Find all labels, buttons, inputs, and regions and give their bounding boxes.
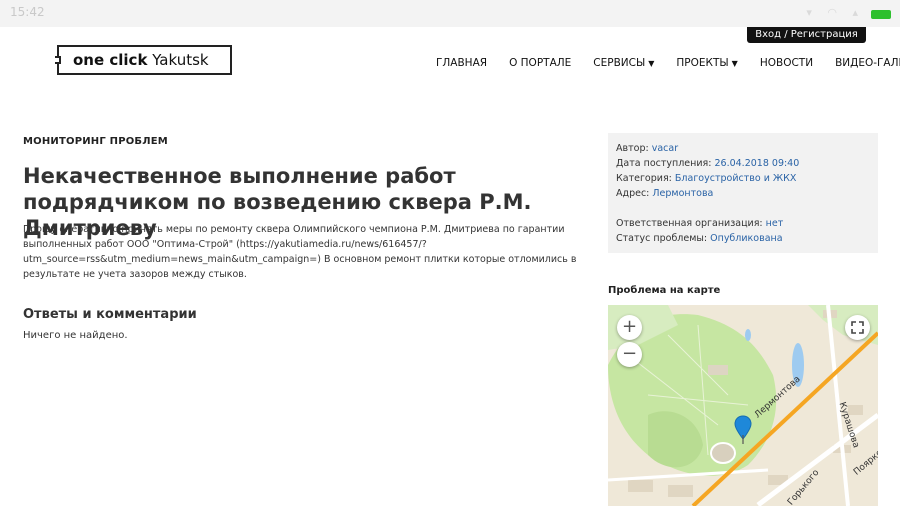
info-org-row: Ответственная организация: нет bbox=[616, 216, 870, 231]
nav-item-label: ВИДЕО-ГАЛЕРЕЯ bbox=[835, 57, 900, 69]
section-label: МОНИТОРИНГ ПРОБЛЕМ bbox=[23, 136, 168, 147]
info-label: Адрес: bbox=[616, 188, 650, 199]
caret-down-icon: ▼ bbox=[731, 59, 738, 68]
nav-item-label: О ПОРТАЛЕ bbox=[509, 57, 572, 69]
info-date-row: Дата поступления: 26.04.2018 09:40 bbox=[616, 156, 870, 171]
logo-notch bbox=[55, 56, 61, 64]
zoom-in-button[interactable]: + bbox=[617, 315, 642, 340]
nav-item-services[interactable]: СЕРВИСЫ ▼ bbox=[593, 57, 654, 69]
nav-item-news[interactable]: НОВОСТИ bbox=[760, 57, 813, 69]
nav-item-video[interactable]: ВИДЕО-ГАЛЕРЕЯ bbox=[835, 57, 900, 69]
problem-description: Прошу оперативно принять меры по ремонту… bbox=[23, 224, 577, 280]
info-author-row: Автор: vacar bbox=[616, 141, 870, 156]
logo-light-text: Yakutsk bbox=[152, 51, 209, 69]
login-register-button[interactable]: Вход / Регистрация bbox=[747, 27, 866, 43]
battery-icon bbox=[871, 10, 891, 19]
address-link[interactable]: Лермонтова bbox=[652, 188, 713, 199]
org-link[interactable]: нет bbox=[766, 218, 784, 229]
comments-empty-text: Ничего не найдено. bbox=[23, 330, 128, 341]
site-logo[interactable]: one click Yakutsk bbox=[55, 45, 232, 75]
category-link[interactable]: Благоустройство и ЖКХ bbox=[675, 173, 796, 184]
nav-item-label: НОВОСТИ bbox=[759, 57, 814, 69]
nav-item-about[interactable]: О ПОРТАЛЕ bbox=[509, 57, 571, 69]
info-label: Ответственная организация: bbox=[616, 218, 763, 229]
author-link[interactable]: vacar bbox=[652, 143, 678, 154]
main-nav: ГЛАВНАЯ О ПОРТАЛЕ СЕРВИСЫ ▼ ПРОЕКТЫ ▼ НОВО… bbox=[436, 57, 900, 69]
nav-item-label: ГЛАВНАЯ bbox=[436, 57, 488, 69]
nav-item-projects[interactable]: ПРОЕКТЫ ▼ bbox=[676, 57, 737, 69]
info-label: Дата поступления: bbox=[616, 158, 712, 169]
nav-item-label: ПРОЕКТЫ bbox=[676, 57, 729, 69]
status-time: 15:42 bbox=[10, 5, 45, 19]
info-status-row: Статус проблемы: Опубликована bbox=[616, 231, 870, 246]
logo-bold-text: one click bbox=[73, 51, 148, 69]
fullscreen-icon bbox=[851, 321, 864, 334]
status-link[interactable]: Опубликована bbox=[710, 233, 782, 244]
nav-item-label: СЕРВИСЫ bbox=[593, 57, 646, 69]
info-category-row: Категория: Благоустройство и ЖКХ bbox=[616, 171, 870, 186]
date-value: 26.04.2018 09:40 bbox=[714, 158, 800, 169]
info-label: Автор: bbox=[616, 143, 649, 154]
map-title: Проблема на карте bbox=[608, 285, 721, 296]
map-marker-icon[interactable] bbox=[734, 415, 752, 445]
info-address-row: Адрес: Лермонтова bbox=[616, 186, 870, 201]
comments-heading: Ответы и комментарии bbox=[23, 307, 197, 322]
fullscreen-button[interactable] bbox=[845, 315, 870, 340]
zoom-out-button[interactable]: − bbox=[617, 342, 642, 367]
nav-item-home[interactable]: ГЛАВНАЯ bbox=[436, 57, 487, 69]
info-label: Статус проблемы: bbox=[616, 233, 708, 244]
system-icons: ▾ ◠ ▴ bbox=[806, 6, 864, 19]
info-label: Категория: bbox=[616, 173, 672, 184]
problem-map[interactable]: + − Лермонтова Курашова Поярков Горького bbox=[608, 305, 878, 506]
status-bar: 15:42 ▾ ◠ ▴ bbox=[0, 0, 900, 27]
caret-down-icon: ▼ bbox=[648, 59, 655, 68]
problem-info-box: Автор: vacar Дата поступления: 26.04.201… bbox=[608, 133, 878, 253]
